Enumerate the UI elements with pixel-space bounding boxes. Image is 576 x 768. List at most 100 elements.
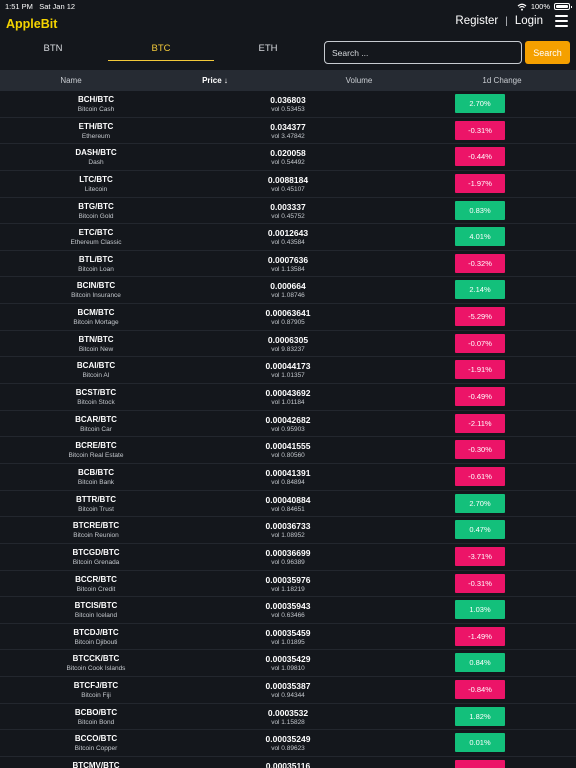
table-row[interactable]: BCH/BTC Bitcoin Cash 0.036803 vol 0.53453 2.… <box>0 91 576 118</box>
coin-name: Bitcoin Bank <box>77 478 115 486</box>
market-table-body: BCH/BTC Bitcoin Cash 0.036803 vol 0.53453 2.… <box>0 91 576 768</box>
table-row[interactable]: BTTR/BTC Bitcoin Trust 0.00040884 vol 0.846… <box>0 491 576 518</box>
change-badge[interactable]: -5.29% <box>455 307 505 327</box>
change-badge[interactable]: -3.71% <box>455 546 505 566</box>
price-value: 0.00063641 <box>265 308 311 319</box>
change-badge[interactable]: 4.01% <box>455 227 505 247</box>
hamburger-menu-icon[interactable] <box>555 15 568 27</box>
table-row[interactable]: BTL/BTC Bitcoin Loan 0.0007636 vol 1.13584 -… <box>0 251 576 278</box>
change-badge[interactable]: -0.44% <box>455 147 505 167</box>
pair-symbol: BTCCK/BTC <box>72 654 120 664</box>
price-value: 0.00035459 <box>265 627 311 638</box>
column-header-change[interactable]: 1d Change <box>447 76 557 85</box>
change-badge[interactable]: -0.30% <box>455 440 505 460</box>
price-value: 0.00041391 <box>265 467 311 478</box>
change-badge[interactable]: 1.82% <box>455 706 505 726</box>
coin-name: Bitcoin Insurance <box>71 292 121 300</box>
table-row[interactable]: BTCGD/BTC Bitcoin Grenada 0.00036699 vol 0.… <box>0 544 576 571</box>
change-badge[interactable]: -0.32% <box>455 253 505 273</box>
change-badge[interactable]: 0.83% <box>455 200 505 220</box>
price-value: 0.00041555 <box>265 441 311 452</box>
change-badge[interactable]: -0.07% <box>455 333 505 353</box>
change-badge[interactable]: -1.91% <box>455 360 505 380</box>
coin-name: Bitcoin Fiji <box>81 692 111 700</box>
table-row[interactable]: BTCMV/BTC 0.00035116 <box>0 757 576 768</box>
coin-name: Bitcoin Gold <box>78 212 114 220</box>
pair-symbol: BCST/BTC <box>75 388 117 398</box>
table-row[interactable]: DASH/BTC Dash 0.020058 vol 0.54492 -0.44% <box>0 144 576 171</box>
market-tabs-bar: BTN BTC ETH Search <box>0 36 576 70</box>
price-value: 0.00042682 <box>265 414 311 425</box>
change-badge[interactable]: 0.01% <box>455 733 505 753</box>
column-header-volume[interactable]: Volume <box>314 76 404 85</box>
change-badge[interactable] <box>455 760 505 768</box>
table-row[interactable]: BCAI/BTC Bitcoin AI 0.00044173 vol 1.01357 -… <box>0 357 576 385</box>
table-row[interactable]: BCIN/BTC Bitcoin Insurance 0.000664 vol 1.0… <box>0 277 576 305</box>
table-row[interactable]: BTN/BTC Bitcoin New 0.0006305 vol 9.83237 -0… <box>0 331 576 358</box>
coin-name: Litecoin <box>84 185 108 193</box>
wifi-icon <box>517 3 527 11</box>
table-row[interactable]: BCRE/BTC Bitcoin Real Estate 0.00041555 vol… <box>0 437 576 464</box>
table-row[interactable]: ETH/BTC Ethereum 0.034377 vol 3.47842 -0.31% <box>0 118 576 145</box>
brand-logo[interactable]: AppleBit <box>6 17 57 31</box>
coin-name: Bitcoin Copper <box>74 745 118 753</box>
tab-btn[interactable]: BTN <box>0 36 106 61</box>
coin-name: Bitcoin Car <box>80 425 112 433</box>
table-row[interactable]: BCBO/BTC Bitcoin Bond 0.0003532 vol 1.15828… <box>0 704 576 731</box>
tab-btc[interactable]: BTC <box>108 36 214 61</box>
change-badge[interactable]: -0.31% <box>455 120 505 140</box>
login-link[interactable]: Login <box>515 15 543 27</box>
table-row[interactable]: BTCIS/BTC Bitcoin Iceland 0.00035943 vol 0.… <box>0 597 576 624</box>
change-badge[interactable]: 0.84% <box>455 653 505 673</box>
change-badge[interactable]: 0.47% <box>455 520 505 540</box>
coin-name: Bitcoin Bond <box>77 718 115 726</box>
table-row[interactable]: BTCFJ/BTC Bitcoin Fiji 0.00035387 vol 0.943… <box>0 677 576 704</box>
table-row[interactable]: ETC/BTC Ethereum Classic 0.0012643 vol 0.43… <box>0 224 576 251</box>
column-header-price[interactable]: Price ↓ <box>170 76 260 85</box>
table-row[interactable]: BCM/BTC Bitcoin Mortage 0.00063641 vol 0.87… <box>0 304 576 331</box>
pair-symbol: BTG/BTC <box>78 201 114 211</box>
table-row[interactable]: BCCO/BTC Bitcoin Copper 0.00035249 vol 0.89… <box>0 730 576 758</box>
price-value: 0.00035429 <box>265 654 311 665</box>
table-row[interactable]: BCB/BTC Bitcoin Bank 0.00041391 vol 0.84894… <box>0 464 576 491</box>
tab-eth[interactable]: ETH <box>215 36 321 61</box>
price-value: 0.00036733 <box>265 521 311 532</box>
search-input[interactable] <box>324 41 522 64</box>
register-link[interactable]: Register <box>455 15 498 27</box>
price-value: 0.00035249 <box>265 734 311 745</box>
table-row[interactable]: BTG/BTC Bitcoin Gold 0.003337 vol 0.45752 0.… <box>0 198 576 225</box>
change-badge[interactable]: -2.11% <box>455 413 505 433</box>
table-row[interactable]: BTCCK/BTC Bitcoin Cook Islands 0.00035429 v… <box>0 650 576 678</box>
coin-name: Bitcoin Grenada <box>72 558 120 566</box>
price-value: 0.00040884 <box>265 494 311 505</box>
change-badge[interactable]: -1.49% <box>455 626 505 646</box>
column-header-name[interactable]: Name <box>0 76 142 85</box>
coin-name: Bitcoin AI <box>82 372 110 380</box>
change-badge[interactable]: -0.61% <box>455 466 505 486</box>
table-row[interactable]: BTCDJ/BTC Bitcoin Djibouti 0.00035459 vol 1… <box>0 624 576 651</box>
status-right: 100% <box>517 2 572 11</box>
status-time: 1:51 PM Sat Jan 12 <box>5 2 75 11</box>
price-value: 0.0012643 <box>267 228 309 239</box>
search-button[interactable]: Search <box>525 41 570 64</box>
pair-symbol: BCAR/BTC <box>75 414 117 424</box>
table-row[interactable]: LTC/BTC Litecoin 0.0088184 vol 0.45107 -1.97… <box>0 171 576 198</box>
change-badge[interactable]: -1.97% <box>455 173 505 193</box>
change-badge[interactable]: -0.31% <box>455 573 505 593</box>
change-badge[interactable]: -0.84% <box>455 680 505 700</box>
volume-value: vol 1.13584 <box>271 265 305 273</box>
change-badge[interactable]: 2.70% <box>455 94 505 113</box>
table-row[interactable]: BCAR/BTC Bitcoin Car 0.00042682 vol 0.95903… <box>0 411 576 438</box>
change-badge[interactable]: 2.14% <box>455 280 505 300</box>
change-badge[interactable]: 1.03% <box>455 600 505 620</box>
coin-name: Bitcoin Loan <box>78 265 114 273</box>
table-row[interactable]: BTCRE/BTC Bitcoin Reunion 0.00036733 vol 1.… <box>0 517 576 544</box>
price-value: 0.034377 <box>270 121 306 132</box>
table-row[interactable]: BCST/BTC Bitcoin Stock 0.00043692 vol 1.011… <box>0 384 576 411</box>
volume-value: vol 0.43584 <box>271 239 305 247</box>
volume-value: vol 0.54492 <box>271 159 305 167</box>
table-row[interactable]: BCCR/BTC Bitcoin Credit 0.00035976 vol 1.18… <box>0 571 576 598</box>
change-badge[interactable]: -0.49% <box>455 387 505 407</box>
change-badge[interactable]: 2.70% <box>455 493 505 513</box>
app-root: 1:51 PM Sat Jan 12 100% AppleBit Registe… <box>0 0 576 768</box>
